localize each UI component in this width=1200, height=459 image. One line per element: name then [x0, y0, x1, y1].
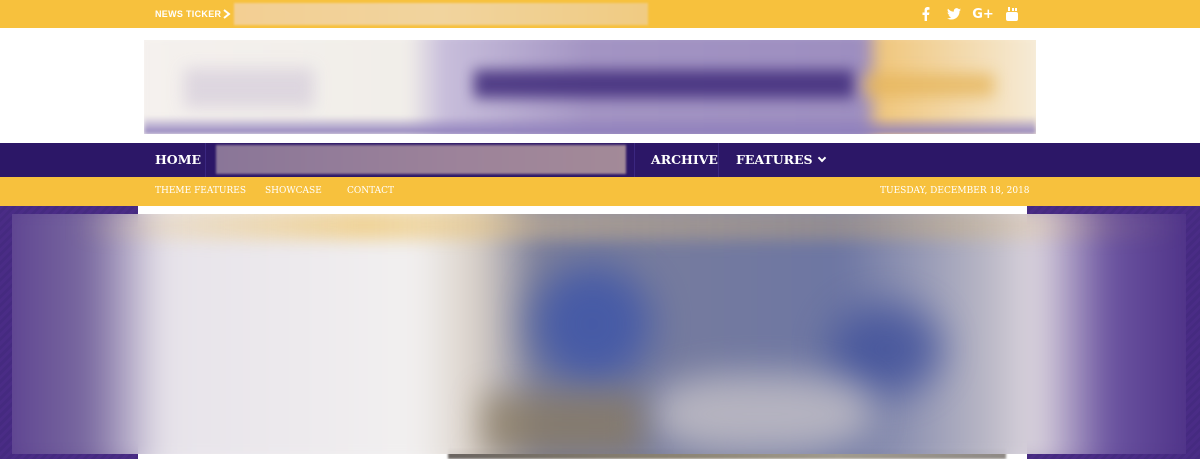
twitter-icon[interactable]	[945, 5, 963, 23]
banner-logo	[184, 68, 314, 108]
hero-popup-blurred[interactable]	[12, 214, 1186, 454]
main-nav: HOME ARCHIVE FEATURES	[0, 143, 1200, 177]
facebook-icon[interactable]	[918, 5, 932, 23]
nav-divider	[718, 143, 719, 177]
sub-nav: THEME FEATURES SHOWCASE CONTACT TUESDAY,…	[0, 177, 1200, 206]
chevron-down-icon	[817, 153, 826, 163]
chevron-right-icon	[223, 9, 231, 19]
nav-archive[interactable]: ARCHIVE	[651, 143, 718, 177]
photo-region	[532, 264, 652, 384]
banner-ad[interactable]	[144, 40, 1036, 134]
youtube-icon[interactable]	[1005, 5, 1019, 23]
google-plus-icon[interactable]: G+	[972, 5, 994, 23]
ticker-bar: NEWS TICKER G+	[0, 0, 1200, 28]
ticker-headline[interactable]	[234, 3, 648, 25]
banner-stripe	[474, 70, 854, 98]
photo-region	[652, 374, 872, 454]
nav-features-label: FEATURES	[736, 152, 813, 167]
nav-home[interactable]: HOME	[155, 143, 201, 177]
hero-section	[0, 206, 1200, 459]
subnav-theme-features[interactable]: THEME FEATURES	[155, 177, 246, 206]
photo-region	[832, 304, 942, 394]
google-plus-label: G+	[972, 6, 994, 22]
current-date: TUESDAY, DECEMBER 18, 2018	[880, 186, 1030, 196]
nav-divider	[205, 143, 206, 177]
banner-bottom-fade	[144, 116, 1036, 134]
subnav-showcase[interactable]: SHOWCASE	[265, 177, 322, 206]
nav-divider	[634, 143, 635, 177]
photo-region	[482, 394, 642, 454]
nav-features[interactable]: FEATURES	[736, 143, 826, 177]
ticker-label: NEWS TICKER	[155, 9, 222, 19]
nav-items-blurred[interactable]	[216, 145, 626, 174]
banner-accent	[864, 74, 994, 96]
subnav-contact[interactable]: CONTACT	[347, 177, 394, 206]
overlay-gold-glow	[12, 214, 1186, 240]
